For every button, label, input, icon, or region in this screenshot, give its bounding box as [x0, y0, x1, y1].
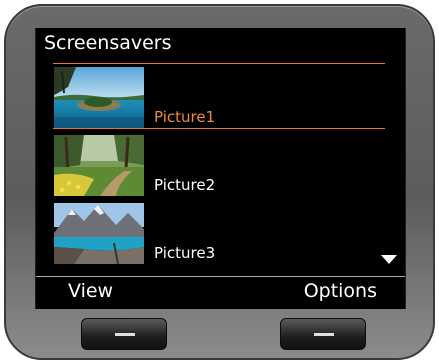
softkey-view[interactable]: View — [68, 280, 113, 302]
list-item-label: Picture1 — [154, 108, 216, 126]
thumbnail-mountain-lake — [54, 203, 144, 264]
triangle-down-icon — [381, 255, 397, 264]
dash-icon — [115, 333, 135, 336]
left-hardware-button[interactable] — [81, 318, 167, 350]
softkey-bar: View Options — [36, 276, 405, 309]
dash-icon — [314, 333, 334, 336]
thumbnail-forest-path — [54, 135, 144, 196]
right-hardware-button[interactable] — [280, 318, 366, 350]
list-item-picture2[interactable]: Picture2 — [53, 132, 385, 196]
list-item-picture1[interactable]: Picture1 — [53, 63, 385, 129]
list-item-picture3[interactable]: Picture3 — [53, 200, 385, 264]
display-screen: Screensavers Picture1 Picture2 Picture3 … — [35, 28, 406, 309]
thumbnail-island-lake — [54, 67, 144, 128]
softkey-options[interactable]: Options — [304, 280, 377, 302]
list-item-label: Picture3 — [154, 244, 216, 262]
screen-title: Screensavers — [44, 32, 172, 54]
list-item-label: Picture2 — [154, 176, 216, 194]
